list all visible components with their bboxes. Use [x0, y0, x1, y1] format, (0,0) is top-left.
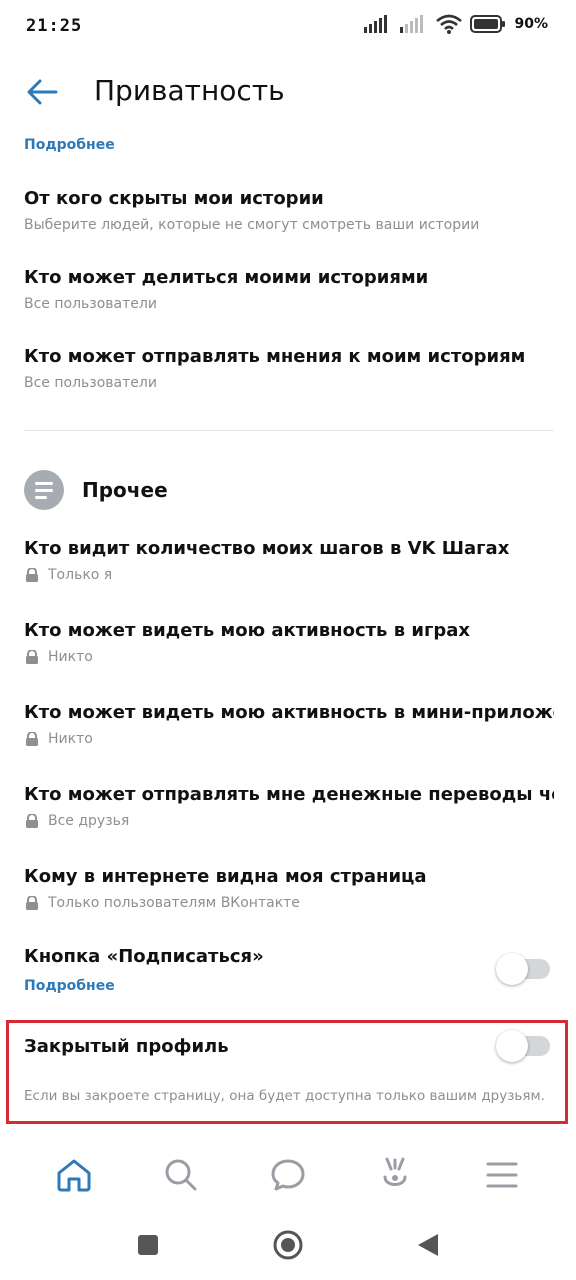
- stories-hidden-from-item[interactable]: От кого скрыты мои истории Выберите люде…: [24, 188, 554, 233]
- stories-opinions-item[interactable]: Кто может отправлять мнения к моим истор…: [24, 346, 554, 391]
- signal-icon: [364, 15, 388, 33]
- item-subtitle: Все друзья: [24, 813, 554, 829]
- status-icons: 90%: [364, 14, 548, 34]
- recent-apps-button[interactable]: [128, 1225, 168, 1265]
- section-title: Прочее: [82, 478, 168, 502]
- stories-share-item[interactable]: Кто может делиться моими историями Все п…: [24, 267, 554, 312]
- search-icon: [165, 1159, 197, 1191]
- other-section-header: Прочее: [24, 470, 168, 510]
- subscribe-button-item: Кнопка «Подписаться» Подробнее: [24, 946, 554, 994]
- lock-icon: [26, 814, 38, 828]
- item-title: Кто может отправлять мне денежные перево…: [24, 784, 554, 805]
- item-subtitle: Все пользователи: [24, 375, 157, 391]
- battery-percent: 90%: [514, 16, 548, 32]
- arrow-left-icon: [27, 79, 58, 105]
- toggle-knob: [496, 953, 528, 985]
- item-title: От кого скрыты мои истории: [24, 188, 324, 209]
- home-icon: [57, 1159, 91, 1192]
- tab-search[interactable]: [153, 1147, 209, 1203]
- games-activity-item[interactable]: Кто может видеть мою активность в играх …: [24, 620, 554, 665]
- status-time: 21:25: [26, 16, 83, 36]
- list-icon: [24, 470, 64, 510]
- closed-profile-description: Если вы закроете страницу, она будет дос…: [24, 1088, 545, 1104]
- tab-bar: [0, 1140, 576, 1210]
- steps-visibility-item[interactable]: Кто видит количество моих шагов в VK Шаг…: [24, 538, 554, 583]
- lock-icon: [26, 732, 38, 746]
- closed-profile-title: Закрытый профиль: [24, 1036, 229, 1057]
- details-link-top[interactable]: Подробнее: [24, 134, 554, 153]
- item-subtitle: Только я: [24, 567, 554, 583]
- back-nav-button[interactable]: [408, 1225, 448, 1265]
- tab-home[interactable]: [46, 1147, 102, 1203]
- item-subtitle: Все пользователи: [24, 296, 157, 312]
- details-link-label: Подробнее: [24, 137, 115, 153]
- clips-icon: [383, 1157, 407, 1186]
- back-button[interactable]: [22, 74, 62, 110]
- home-nav-button[interactable]: [268, 1225, 308, 1265]
- subscribe-button-toggle[interactable]: [496, 953, 550, 985]
- toggle-knob: [496, 1030, 528, 1062]
- closed-profile-toggle[interactable]: [496, 1030, 550, 1062]
- section-divider: [24, 430, 554, 431]
- lock-icon: [26, 650, 38, 664]
- menu-icon: [486, 1162, 518, 1188]
- item-title: Кто может отправлять мнения к моим истор…: [24, 346, 526, 367]
- item-subtitle: Только пользователям ВКонтакте: [24, 895, 554, 911]
- sbp-transfers-item[interactable]: Кто может отправлять мне денежные перево…: [24, 784, 554, 829]
- item-title: Кто может видеть мою активность в мини-п…: [24, 702, 554, 723]
- lock-icon: [26, 896, 38, 910]
- tab-messages[interactable]: [260, 1147, 316, 1203]
- home-circle-icon: [273, 1230, 303, 1260]
- item-title: Кто видит количество моих шагов в VK Шаг…: [24, 538, 510, 559]
- tab-clips[interactable]: [367, 1147, 423, 1203]
- item-subtitle: Никто: [24, 731, 554, 747]
- item-title: Кто может делиться моими историями: [24, 267, 429, 288]
- item-title: Кнопка «Подписаться»: [24, 946, 264, 967]
- page-visibility-internet-item[interactable]: Кому в интернете видна моя страница Толь…: [24, 866, 554, 911]
- details-link-subscribe[interactable]: Подробнее: [24, 978, 115, 994]
- signal-2-icon: [400, 15, 424, 33]
- page-title: Приватность: [94, 74, 285, 107]
- item-subtitle: Выберите людей, которые не смогут смотре…: [24, 217, 480, 233]
- item-title: Кто может видеть мою активность в играх: [24, 620, 471, 641]
- battery-icon: [470, 15, 506, 33]
- lock-icon: [26, 568, 38, 582]
- back-triangle-icon: [418, 1234, 438, 1256]
- item-title: Кому в интернете видна моя страница: [24, 866, 427, 887]
- miniapps-activity-item[interactable]: Кто может видеть мою активность в мини-п…: [24, 702, 554, 747]
- status-bar: 21:25 90%: [0, 0, 576, 56]
- app-header: Приватность: [0, 60, 576, 124]
- system-nav-bar: [0, 1210, 576, 1280]
- item-subtitle: Никто: [24, 649, 554, 665]
- tab-menu[interactable]: [474, 1147, 530, 1203]
- wifi-icon: [436, 14, 463, 34]
- messages-icon: [271, 1159, 305, 1191]
- recent-apps-icon: [138, 1235, 158, 1255]
